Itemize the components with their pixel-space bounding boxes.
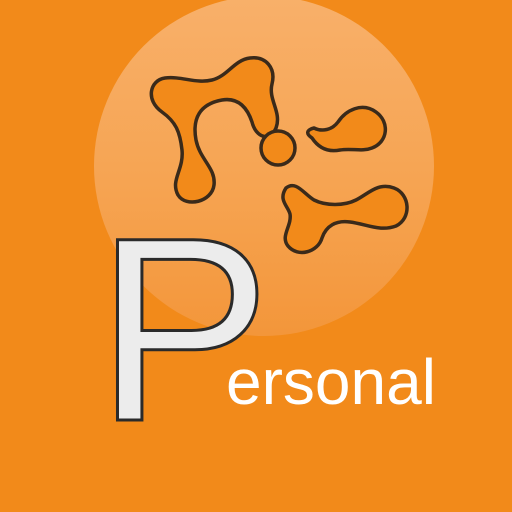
wordmark-rest: ersonal — [226, 346, 436, 418]
wordmark-initial: P — [96, 183, 271, 476]
app-icon: P ersonal — [0, 0, 512, 512]
app-icon-artwork: P ersonal — [0, 0, 512, 512]
